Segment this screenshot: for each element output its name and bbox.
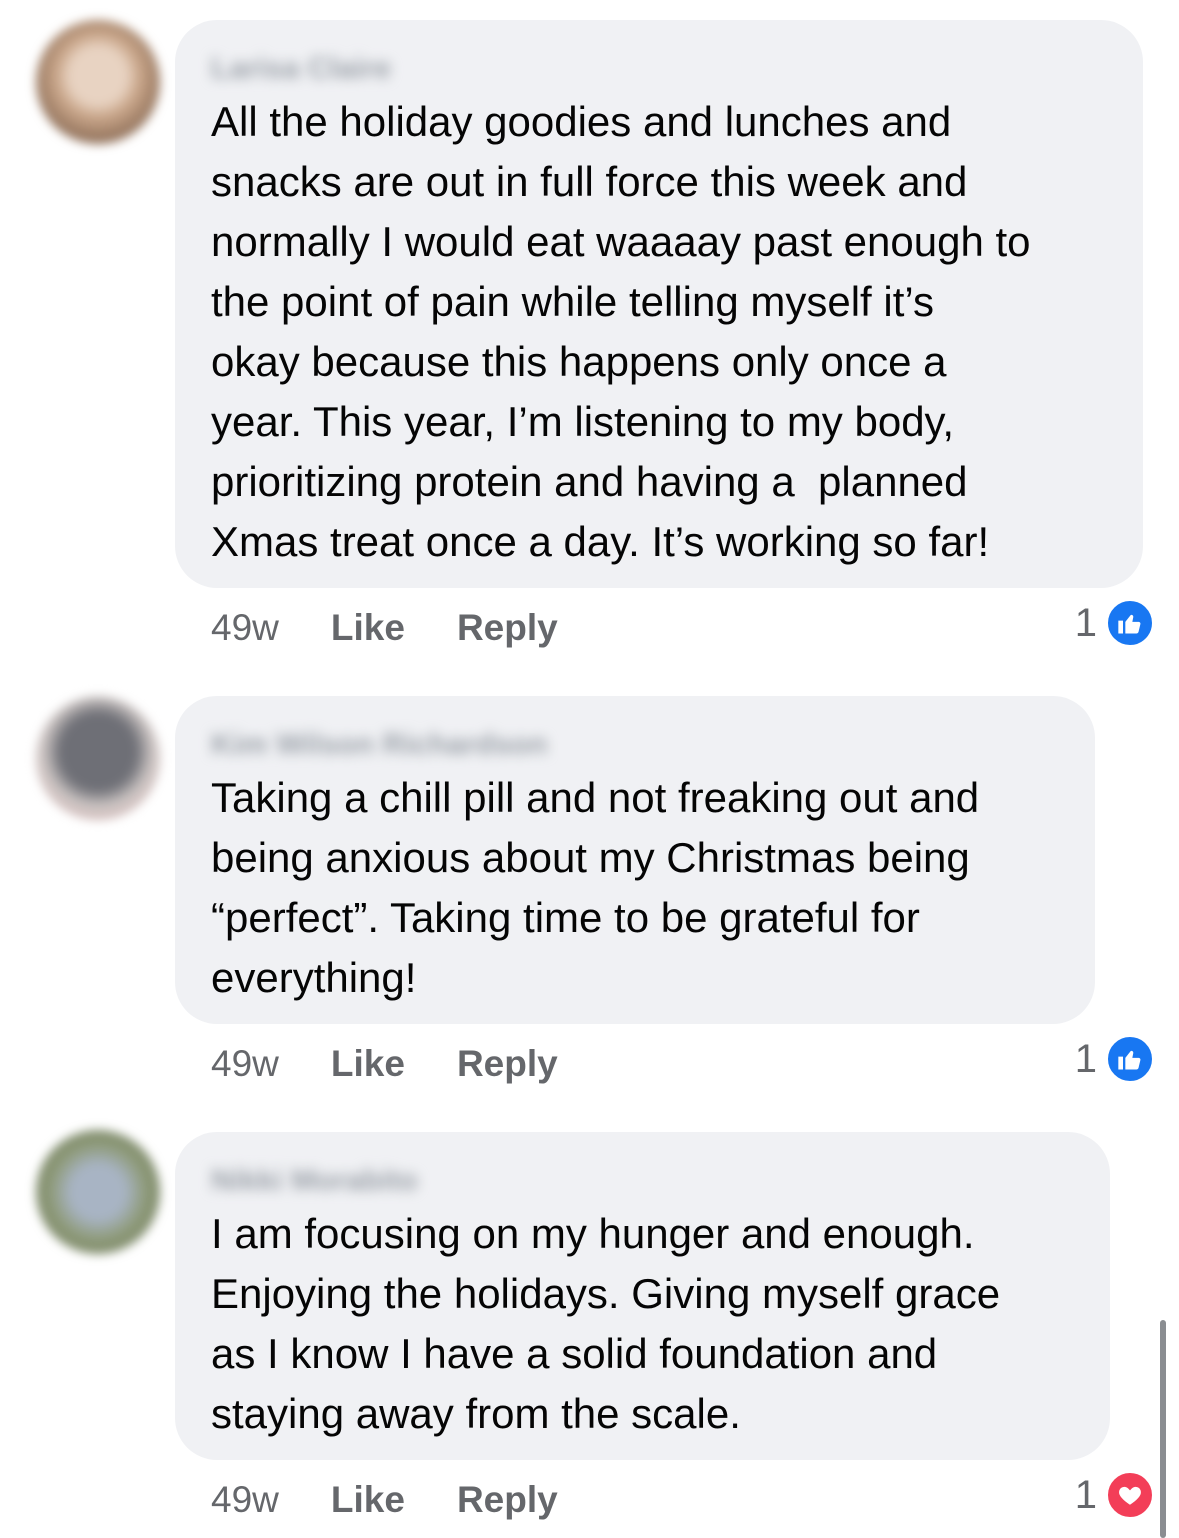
comment-text: I am focusing on my hunger and enough. E… xyxy=(211,1210,1001,1437)
comment-actions: 49w Like Reply xyxy=(211,1042,610,1086)
comment-actions: 49w Like Reply xyxy=(211,606,610,650)
timestamp[interactable]: 49w xyxy=(211,607,279,649)
author-name[interactable]: Nikki Morabito xyxy=(211,1162,1074,1200)
avatar[interactable] xyxy=(36,20,160,144)
like-button[interactable]: Like xyxy=(331,1479,405,1521)
reaction-summary[interactable]: 1 xyxy=(1075,598,1155,648)
author-name[interactable]: Kim Wilson Richardson xyxy=(211,726,1059,764)
comment-text: All the holiday goodies and lunches and … xyxy=(211,98,1031,565)
comment-bubble: Kim Wilson Richardson Taking a chill pil… xyxy=(175,696,1095,1024)
reply-button[interactable]: Reply xyxy=(457,607,558,649)
heart-icon xyxy=(1105,1470,1155,1520)
reaction-summary[interactable]: 1 xyxy=(1075,1034,1155,1084)
timestamp[interactable]: 49w xyxy=(211,1479,279,1521)
thumbs-up-icon xyxy=(1105,598,1155,648)
avatar[interactable] xyxy=(36,696,160,820)
author-name[interactable]: Larisa Claire xyxy=(211,50,1107,88)
timestamp[interactable]: 49w xyxy=(211,1043,279,1085)
thumbs-up-icon xyxy=(1105,1034,1155,1084)
comment-bubble: Larisa Claire All the holiday goodies an… xyxy=(175,20,1143,588)
comment-text: Taking a chill pill and not freaking out… xyxy=(211,774,980,1001)
like-button[interactable]: Like xyxy=(331,1043,405,1085)
comment-actions: 49w Like Reply xyxy=(211,1478,610,1522)
reply-button[interactable]: Reply xyxy=(457,1043,558,1085)
avatar[interactable] xyxy=(36,1130,160,1254)
like-button[interactable]: Like xyxy=(331,607,405,649)
reaction-count: 1 xyxy=(1074,600,1097,645)
reaction-count: 1 xyxy=(1074,1472,1097,1517)
reaction-count: 1 xyxy=(1074,1036,1097,1081)
reply-button[interactable]: Reply xyxy=(457,1479,558,1521)
comment-bubble: Nikki Morabito I am focusing on my hunge… xyxy=(175,1132,1110,1460)
reaction-summary[interactable]: 1 xyxy=(1075,1470,1155,1520)
scrollbar[interactable] xyxy=(1160,1320,1166,1538)
